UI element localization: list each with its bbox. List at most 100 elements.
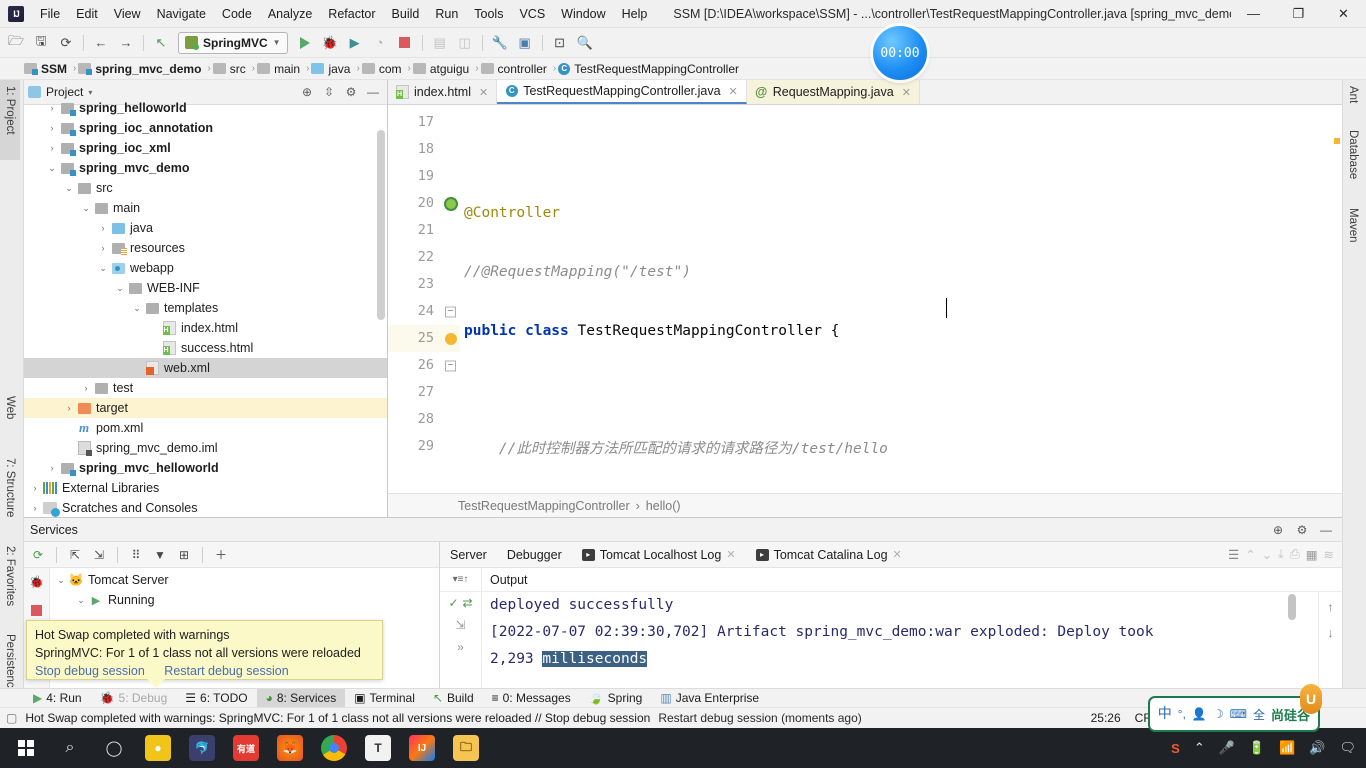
chevron-down-icon[interactable]: ⌄: [130, 303, 144, 314]
tree-item-target[interactable]: › target: [24, 398, 387, 418]
tree-item-pom-xml[interactable]: ·m pom.xml: [24, 418, 387, 438]
chevron-right-icon[interactable]: ›: [45, 103, 59, 113]
tree-item-main[interactable]: ⌄ main: [24, 198, 387, 218]
console-scrollbar[interactable]: [1288, 594, 1296, 620]
sidebar-item-project[interactable]: 1: Project: [0, 80, 20, 160]
list-icon[interactable]: ☰: [1228, 547, 1239, 562]
bookmark-icon[interactable]: ↖: [149, 31, 173, 55]
rerun-icon[interactable]: ⟳: [28, 545, 48, 565]
tree-item-resources[interactable]: › resources: [24, 238, 387, 258]
menu-navigate[interactable]: Navigate: [149, 3, 214, 25]
tab-tomcat-localhost-log[interactable]: ▸ Tomcat Localhost Log ✕: [572, 542, 746, 568]
minimize-button[interactable]: —: [1231, 0, 1276, 28]
print-icon[interactable]: ⎙: [1290, 547, 1300, 562]
restart-debug-session-link[interactable]: Restart debug session: [164, 664, 288, 678]
scroll-down-icon[interactable]: ↓: [1328, 626, 1334, 640]
up-icon[interactable]: ⌃: [1245, 547, 1255, 562]
warning-stripe-marker[interactable]: [1334, 138, 1340, 144]
tree-item-spring-mvc-demo[interactable]: ⌄ spring_mvc_demo: [24, 158, 387, 178]
chevron-right-icon[interactable]: ›: [96, 243, 110, 253]
menu-file[interactable]: File: [32, 3, 68, 25]
menu-tools[interactable]: Tools: [466, 3, 511, 25]
bottom-tab-debug[interactable]: 🐞 5: Debug: [91, 689, 177, 708]
breadcrumb-item-spring-mvc-demo[interactable]: spring_mvc_demo: [76, 62, 207, 76]
ime-keyboard-icon[interactable]: ⌨: [1230, 707, 1247, 721]
run-configuration-selector[interactable]: SpringMVC ▼: [178, 31, 288, 54]
chevron-right-icon[interactable]: ›: [45, 143, 59, 153]
tree-item-external-libraries[interactable]: › External Libraries: [24, 478, 387, 498]
bottom-tab-terminal[interactable]: ▣ Terminal: [345, 689, 424, 708]
add-frame-icon[interactable]: ⊞: [174, 545, 194, 565]
soft-wrap-icon[interactable]: ⇲: [455, 618, 465, 632]
chevron-down-icon[interactable]: ⌄: [96, 263, 110, 274]
tree-item-webapp[interactable]: ⌄ webapp: [24, 258, 387, 278]
menu-code[interactable]: Code: [214, 3, 260, 25]
forward-icon[interactable]: →: [114, 31, 138, 55]
taskbar-cortana-button[interactable]: ◯: [92, 728, 136, 768]
expand-icon[interactable]: »: [457, 640, 464, 654]
breadcrumb-item-com[interactable]: com: [360, 62, 408, 76]
fold-collapse-icon[interactable]: −: [445, 306, 456, 317]
menu-window[interactable]: Window: [553, 3, 613, 25]
menu-edit[interactable]: Edit: [68, 3, 106, 25]
expand-all-icon[interactable]: ⇱: [65, 545, 85, 565]
taskbar-app-typora[interactable]: T: [356, 728, 400, 768]
sidebar-item-structure[interactable]: 7: Structure: [0, 452, 20, 540]
close-icon[interactable]: ✕: [726, 548, 735, 561]
breadcrumb-item-class[interactable]: C TestRequestMappingController: [556, 62, 745, 76]
run-coverage-icon[interactable]: ▶: [343, 31, 367, 55]
editor-tab-requestmapping[interactable]: @ RequestMapping.java ✕: [746, 80, 920, 104]
chevron-down-icon[interactable]: ⌄: [79, 203, 93, 214]
tree-item-test[interactable]: › test: [24, 378, 387, 398]
back-icon[interactable]: ←: [89, 31, 113, 55]
chevron-down-icon[interactable]: ⌄: [62, 183, 76, 194]
tree-item-spring-helloworld[interactable]: › spring_helloworld: [24, 98, 387, 118]
taskbar-app-1[interactable]: ●: [136, 728, 180, 768]
sidebar-item-maven[interactable]: Maven: [1343, 202, 1363, 264]
sidebar-item-database[interactable]: Database: [1343, 124, 1363, 202]
update-project-icon[interactable]: ⊡: [548, 31, 572, 55]
profile-icon[interactable]: ◔: [368, 31, 392, 55]
sidebar-item-web[interactable]: Web: [0, 390, 20, 452]
wrap-icon[interactable]: ≋: [1324, 547, 1334, 562]
menu-vcs[interactable]: VCS: [511, 3, 553, 25]
breadcrumb-item-java[interactable]: java: [309, 62, 356, 76]
stop-icon[interactable]: [27, 600, 47, 620]
editor-tab-testrequestmappingcontroller[interactable]: C TestRequestMappingController.java ✕: [497, 80, 747, 104]
snipaste-icon[interactable]: S: [1171, 741, 1180, 756]
filter-icon[interactable]: ▼: [150, 545, 170, 565]
save-all-icon[interactable]: 🖫: [29, 31, 53, 55]
settings-wrench-icon[interactable]: 🔧: [488, 31, 512, 55]
close-icon[interactable]: ✕: [729, 85, 738, 98]
code-text[interactable]: } @Controller //@RequestMapping("/test")…: [460, 105, 1342, 493]
tree-item-web-xml[interactable]: · web.xml: [24, 358, 387, 378]
editor-scrollbar[interactable]: [1332, 130, 1342, 493]
menu-view[interactable]: View: [106, 3, 149, 25]
chevron-right-icon[interactable]: ›: [45, 123, 59, 133]
breadcrumb-method[interactable]: hello(): [646, 499, 681, 513]
evaluate-icon[interactable]: ◫: [453, 31, 477, 55]
editor-tab-index-html[interactable]: index.html ✕: [388, 80, 498, 104]
taskbar-app-chrome[interactable]: [312, 728, 356, 768]
ime-fullwidth-label[interactable]: 全: [1253, 706, 1265, 723]
settings-gear-icon[interactable]: ⚙: [1292, 520, 1312, 540]
output-filter-icon[interactable]: ▾≡↑: [440, 567, 482, 592]
down-icon[interactable]: ⌄: [1262, 547, 1272, 562]
taskbar-app-youdao[interactable]: 有道: [224, 728, 268, 768]
services-tree-item-running[interactable]: ⌄ ▶ Running: [50, 590, 439, 610]
tree-item-spring-ioc-annotation[interactable]: › spring_ioc_annotation: [24, 118, 387, 138]
attach-debug-icon[interactable]: ▤: [428, 31, 452, 55]
step-icon[interactable]: ⇄: [463, 596, 473, 610]
add-icon[interactable]: ＋: [211, 545, 231, 565]
taskbar-app-file-explorer[interactable]: 🗀: [444, 728, 488, 768]
ime-indicator[interactable]: 中 °, 👤 ☽ ⌨ 全 尚硅谷 U: [1147, 684, 1322, 732]
taskbar-app-firefox[interactable]: 🦊: [268, 728, 312, 768]
ime-punctuation-icon[interactable]: °,: [1178, 707, 1186, 721]
tree-item-templates[interactable]: ⌄ templates: [24, 298, 387, 318]
collapse-all-icon[interactable]: ⇲: [89, 545, 109, 565]
tab-debugger[interactable]: Debugger: [497, 542, 572, 568]
menu-build[interactable]: Build: [384, 3, 428, 25]
close-button[interactable]: ✕: [1321, 0, 1366, 28]
chevron-down-icon[interactable]: ⌄: [113, 283, 127, 294]
chevron-down-icon[interactable]: ⌄: [74, 595, 88, 606]
